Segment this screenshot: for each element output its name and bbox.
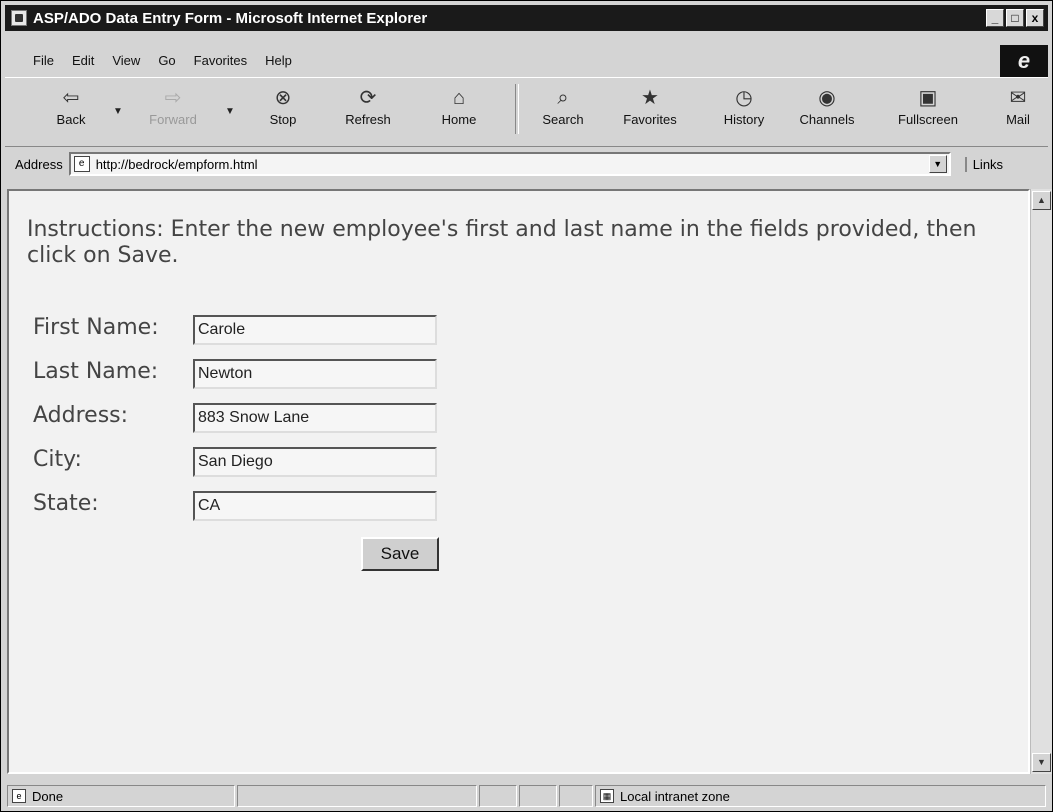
channels-icon: ◉: [818, 87, 836, 109]
first-name-label: First Name:: [33, 315, 159, 340]
page-icon: e: [73, 156, 90, 172]
home-label: Home: [441, 112, 477, 127]
address-field-label: Address:: [33, 403, 129, 428]
scroll-down-icon[interactable]: ▼: [1032, 753, 1051, 772]
status-bar: e Done ▦ Local intranet zone: [5, 785, 1048, 809]
first-name-input[interactable]: Carole: [193, 315, 437, 345]
toolbar: ⇦ Back ▼ ⇨ Forward ▼ ⊗ Stop ⟳ Refresh ⌂ …: [5, 77, 1048, 147]
stop-button[interactable]: ⊗ Stop: [255, 82, 311, 138]
browser-window: ASP/ADO Data Entry Form - Microsoft Inte…: [0, 0, 1053, 812]
mail-button[interactable]: ✉ Mail: [995, 82, 1041, 138]
city-input[interactable]: San Diego: [193, 447, 437, 477]
save-button[interactable]: Save: [361, 537, 439, 571]
maximize-button[interactable]: □: [1006, 9, 1024, 27]
address-input[interactable]: e http://bedrock/empform.html ▼: [68, 152, 951, 176]
intranet-zone-icon: ▦: [600, 789, 614, 803]
history-button[interactable]: ◷ History: [711, 82, 777, 138]
toolbar-separator: [515, 84, 519, 134]
menu-help[interactable]: Help: [265, 53, 292, 68]
ie-logo-icon: e: [1000, 45, 1048, 77]
status-text: Done: [32, 788, 64, 804]
forward-arrow-icon: ⇨: [164, 87, 182, 109]
status-panel-blank: [237, 785, 477, 807]
home-icon: ⌂: [452, 87, 466, 109]
channels-button[interactable]: ◉ Channels: [787, 82, 867, 138]
stop-label: Stop: [269, 112, 297, 127]
address-label: Address: [15, 156, 63, 172]
menu-file[interactable]: File: [33, 53, 54, 68]
history-label: History: [723, 112, 765, 127]
history-icon: ◷: [735, 87, 753, 109]
mail-icon: ✉: [1009, 87, 1027, 109]
menu-favorites[interactable]: Favorites: [194, 53, 247, 68]
fullscreen-button[interactable]: ▣ Fullscreen: [883, 82, 973, 138]
state-input[interactable]: CA: [193, 491, 437, 521]
page-content: Instructions: Enter the new employee's f…: [7, 189, 1030, 774]
last-name-label: Last Name:: [33, 359, 159, 384]
zone-text: Local intranet zone: [620, 788, 730, 804]
search-button[interactable]: ⌕ Search: [529, 82, 597, 138]
channels-label: Channels: [799, 112, 855, 127]
menu-view[interactable]: View: [112, 53, 140, 68]
back-label: Back: [56, 112, 86, 127]
back-dropdown-icon[interactable]: ▼: [113, 106, 123, 117]
back-arrow-icon: ⇦: [62, 87, 80, 109]
scroll-up-icon[interactable]: ▲: [1032, 191, 1051, 210]
stop-icon: ⊗: [274, 87, 292, 109]
app-icon[interactable]: [11, 10, 27, 26]
refresh-button[interactable]: ⟳ Refresh: [335, 82, 401, 138]
favorites-icon: ★: [641, 87, 659, 109]
fullscreen-label: Fullscreen: [898, 112, 958, 127]
forward-label: Forward: [149, 112, 197, 127]
status-panel-blank: [559, 785, 593, 807]
zone-panel: ▦ Local intranet zone: [595, 785, 1046, 807]
address-bar: Address e http://bedrock/empform.html ▼ …: [5, 147, 1048, 181]
close-button[interactable]: x: [1026, 9, 1044, 27]
menu-go[interactable]: Go: [158, 53, 175, 68]
status-panel-blank: [519, 785, 557, 807]
vertical-scrollbar[interactable]: ▲ ▼: [1030, 189, 1052, 774]
refresh-label: Refresh: [345, 112, 391, 127]
favorites-button[interactable]: ★ Favorites: [609, 82, 691, 138]
city-label: City:: [33, 447, 82, 472]
status-panel-blank: [479, 785, 517, 807]
search-label: Search: [542, 112, 584, 127]
home-button[interactable]: ⌂ Home: [429, 82, 489, 138]
menu-edit[interactable]: Edit: [72, 53, 94, 68]
page-done-icon: e: [12, 789, 26, 803]
address-field-input[interactable]: 883 Snow Lane: [193, 403, 437, 433]
last-name-input[interactable]: Newton: [193, 359, 437, 389]
status-text-panel: e Done: [7, 785, 235, 807]
minimize-button[interactable]: _: [986, 9, 1004, 27]
instructions-text: Instructions: Enter the new employee's f…: [27, 217, 977, 268]
links-button[interactable]: Links: [964, 156, 1003, 172]
menu-bar: File Edit View Go Favorites Help e: [5, 45, 1048, 77]
refresh-icon: ⟳: [359, 87, 377, 109]
forward-button[interactable]: ⇨ Forward: [141, 82, 205, 138]
forward-dropdown-icon[interactable]: ▼: [225, 106, 235, 117]
back-button[interactable]: ⇦ Back: [43, 82, 99, 138]
fullscreen-icon: ▣: [918, 87, 938, 109]
title-bar[interactable]: ASP/ADO Data Entry Form - Microsoft Inte…: [5, 5, 1048, 31]
mail-label: Mail: [1006, 112, 1030, 127]
state-label: State:: [33, 491, 99, 516]
window-title: ASP/ADO Data Entry Form - Microsoft Inte…: [33, 9, 428, 27]
address-url: http://bedrock/empform.html: [95, 156, 258, 172]
favorites-label: Favorites: [623, 112, 677, 127]
search-icon: ⌕: [557, 87, 569, 109]
address-dropdown-icon[interactable]: ▼: [928, 155, 947, 173]
